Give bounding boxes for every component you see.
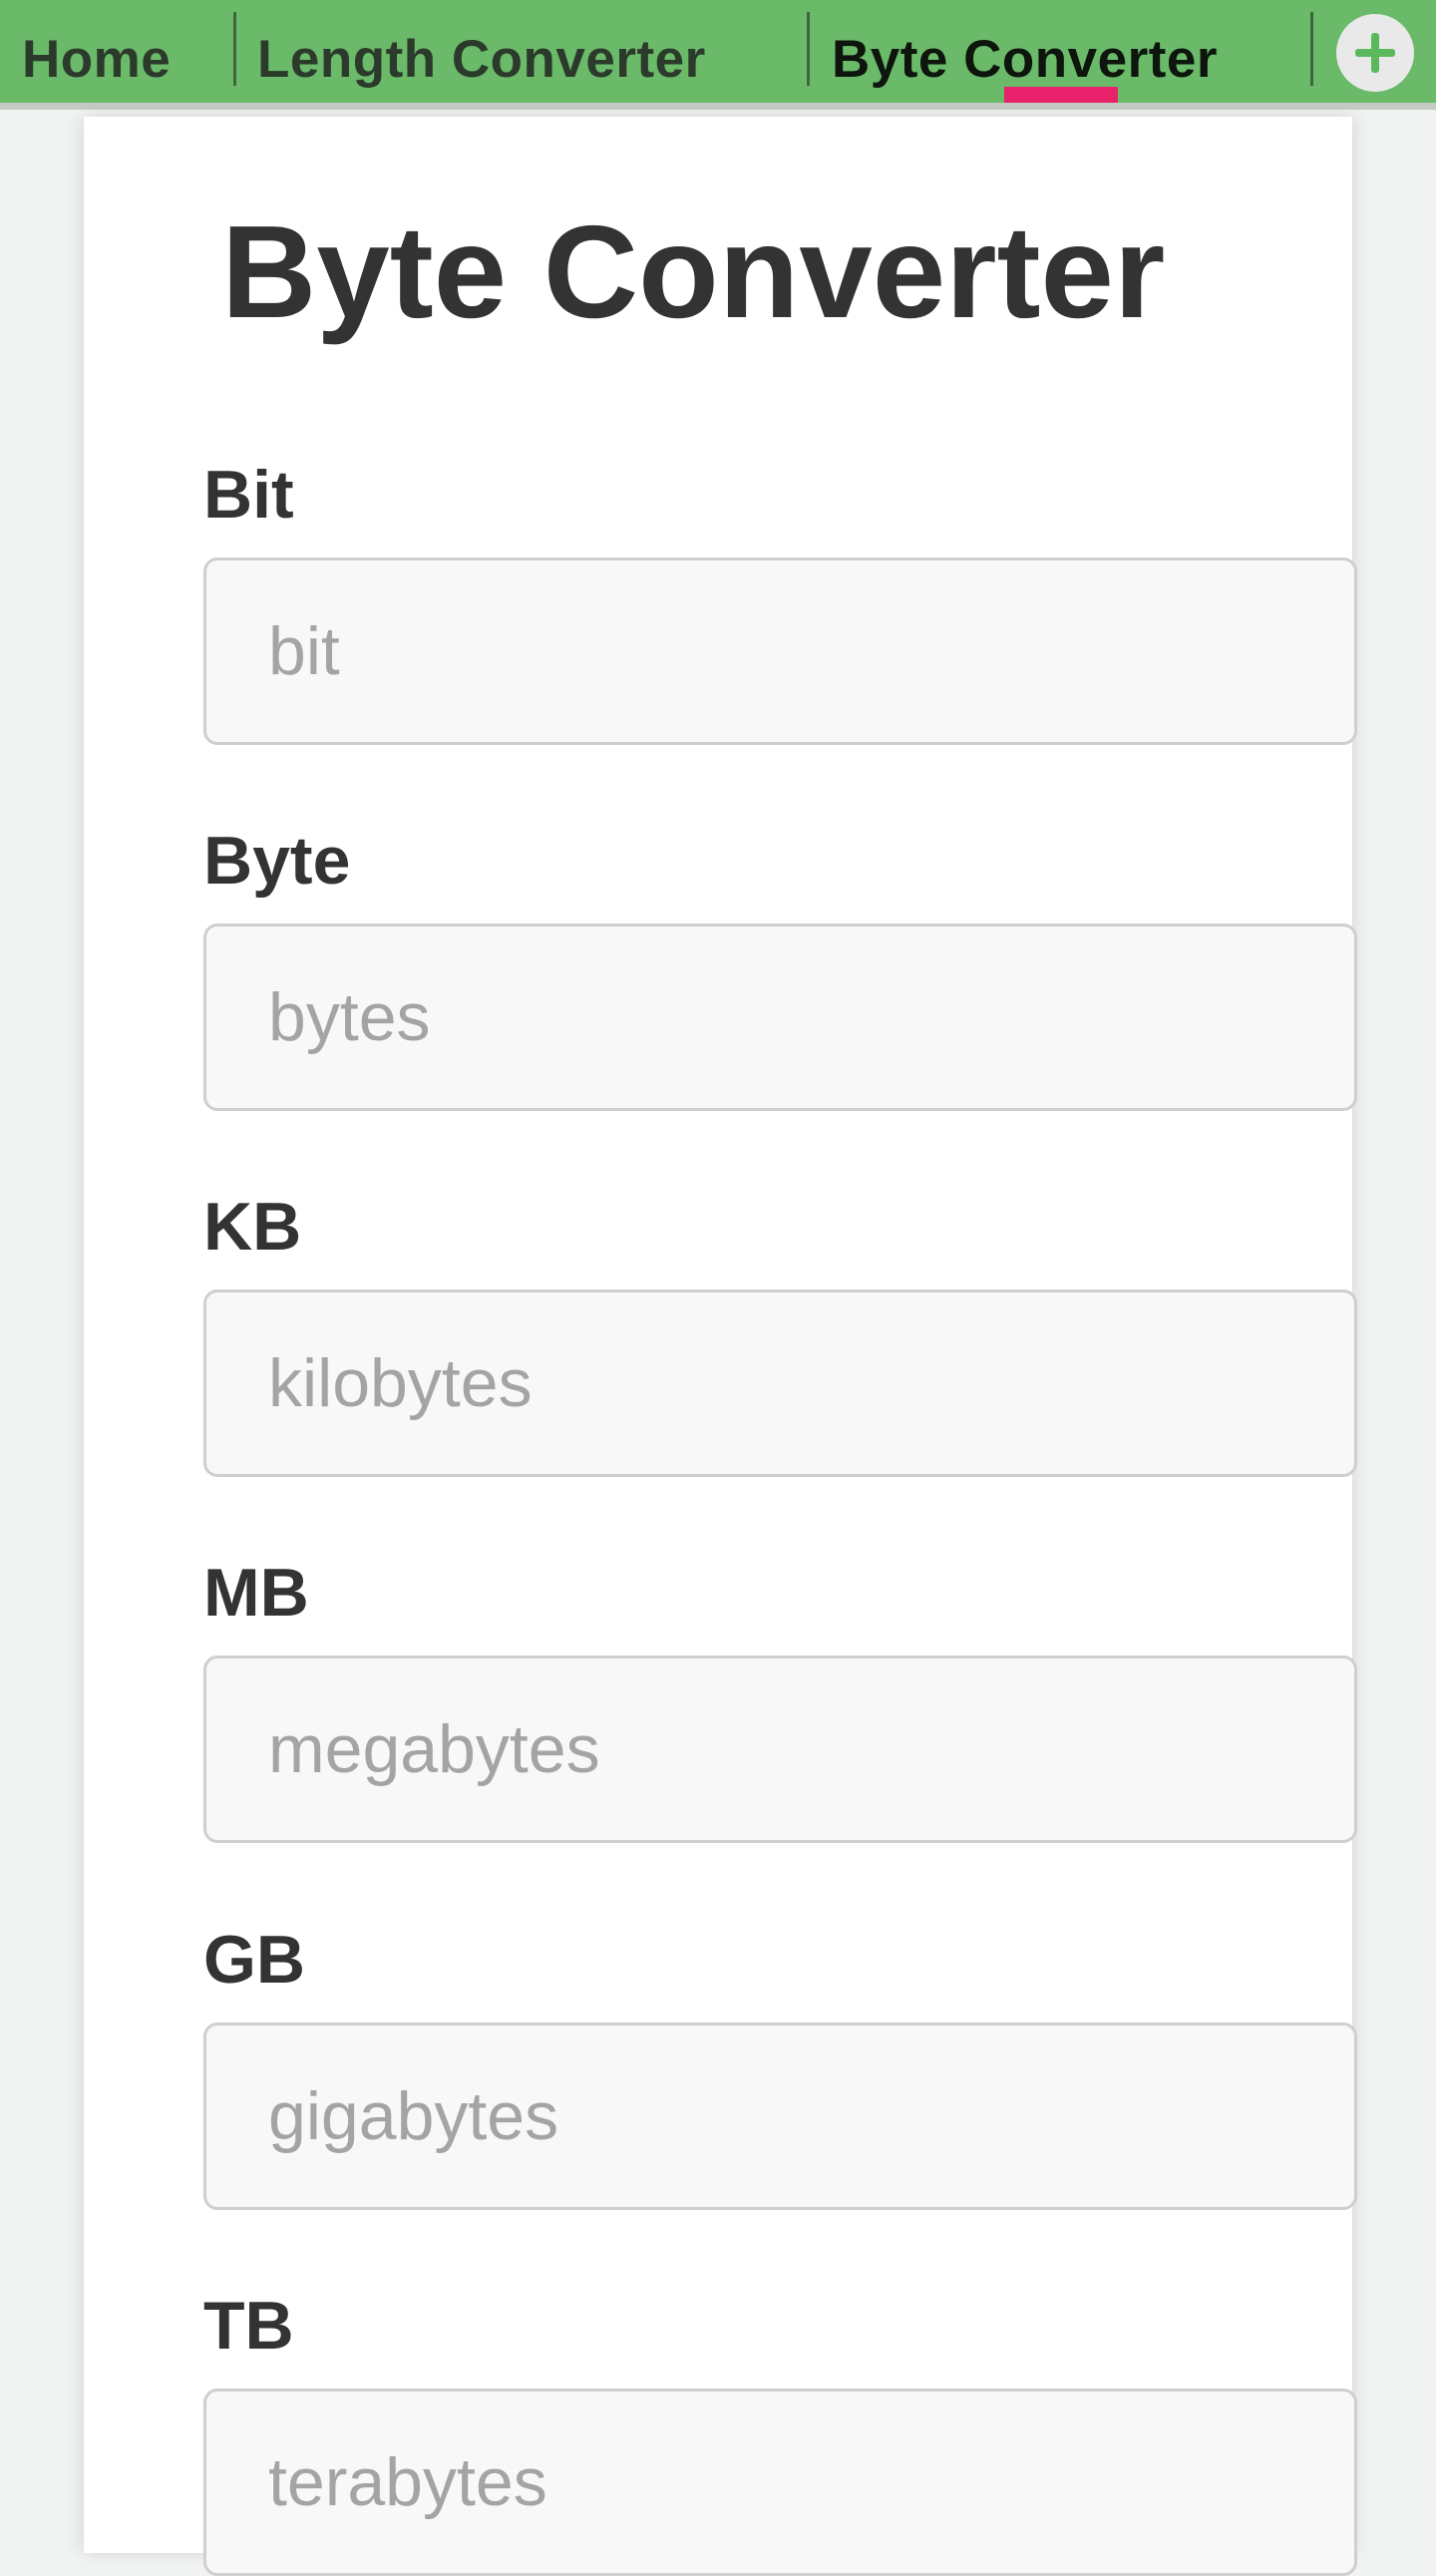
- byte-input[interactable]: [203, 923, 1357, 1111]
- tab-bar: Home Length Converter Byte Converter: [0, 0, 1436, 110]
- mb-input[interactable]: [203, 1656, 1357, 1843]
- kb-input[interactable]: [203, 1289, 1357, 1477]
- converter-card: Byte Converter Bit Byte KB MB GB TB: [84, 117, 1357, 2576]
- page-title: Byte Converter: [221, 198, 1166, 345]
- field-label-bit: Bit: [203, 457, 294, 533]
- plus-icon: [1355, 33, 1395, 73]
- tab-separator: [807, 12, 810, 86]
- field-label-tb: TB: [203, 2288, 294, 2364]
- tab-separator: [1310, 12, 1313, 86]
- tab-home[interactable]: Home: [22, 0, 171, 103]
- tab-separator: [233, 12, 236, 86]
- active-tab-indicator: [1004, 87, 1118, 103]
- field-label-gb: GB: [203, 1922, 305, 1998]
- tab-length-converter[interactable]: Length Converter: [257, 0, 706, 103]
- tb-input[interactable]: [203, 2389, 1357, 2576]
- bit-input[interactable]: [203, 557, 1357, 745]
- field-label-kb: KB: [203, 1189, 302, 1265]
- field-label-byte: Byte: [203, 823, 351, 899]
- add-tab-button[interactable]: [1336, 14, 1414, 92]
- field-label-mb: MB: [203, 1555, 309, 1631]
- gb-input[interactable]: [203, 2023, 1357, 2210]
